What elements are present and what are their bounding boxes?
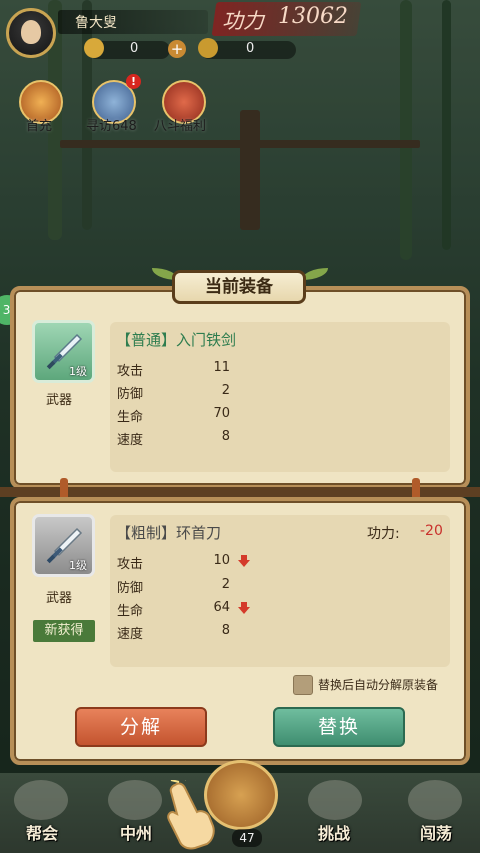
challenge-icon[interactable] [308,780,362,820]
power-label: 功力 [222,9,264,33]
nav-challenge[interactable]: 挑战 [318,820,350,844]
stat-name-defense: 防御 [117,581,144,596]
item-type-label: 武器 [46,591,73,606]
arrow-down-icon [238,602,250,614]
gold-icon [84,38,104,58]
event-label-first-charge: 首充 [26,119,53,134]
power-delta-label: 功力: [367,526,400,542]
panel-divider [0,487,480,497]
event-label-search: 寻访648 [86,119,137,134]
replace-button[interactable]: 替换 [273,707,405,747]
nav-adventure[interactable]: 闯荡 [420,820,452,844]
stat-name-attack: 攻击 [117,557,144,572]
nav-zhongzhou[interactable]: 中州 [120,820,152,844]
stat-value-speed: 8 [221,623,230,638]
new-item-slot[interactable]: 1级 [32,514,95,577]
stat-value-speed: 8 [221,429,230,444]
adventure-icon[interactable] [408,780,462,820]
power-delta-value: -20 [420,523,443,539]
mountain-icon[interactable] [108,780,162,820]
player-name: 鲁大叟 [75,15,117,31]
panel-title: 当前装备 [172,270,306,304]
center-count: 47 [232,829,262,847]
item-level: 1级 [69,559,87,572]
stat-value-defense: 2 [221,383,230,398]
item-level: 1级 [69,365,87,378]
nav-guild[interactable]: 帮会 [26,820,58,844]
stat-name-hp: 生命 [117,604,144,619]
item-type-label: 武器 [46,393,73,408]
stat-value-hp: 70 [213,406,230,421]
stat-name-attack: 攻击 [117,364,144,379]
stat-name-defense: 防御 [117,387,144,402]
new-tag: 新获得 [33,620,95,642]
stat-name-hp: 生命 [117,410,144,425]
decompose-button[interactable]: 分解 [75,707,207,747]
coin-value: 0 [246,41,255,56]
pointing-hand-icon [167,780,215,850]
stat-value-hp: 64 [213,600,230,615]
stat-value-attack: 10 [213,553,230,568]
notification-badge: ! [126,74,141,89]
arrow-down-icon [238,555,250,567]
current-equipment-panel [10,286,470,489]
new-item-name: 【粗制】环首刀 [116,524,222,542]
auto-decompose-label: 替换后自动分解原装备 [318,678,439,692]
current-item-slot[interactable]: 1级 [32,320,95,383]
power-value: 13062 [278,4,348,29]
stat-value-defense: 2 [221,577,230,592]
add-gold-button[interactable]: + [168,40,186,58]
current-item-name: 【普通】入门铁剑 [116,331,237,349]
gold-value: 0 [130,41,139,56]
event-label-welfare: 八斗福利 [154,119,207,134]
stat-value-attack: 11 [213,360,230,375]
coin-icon [198,38,218,58]
stat-name-speed: 速度 [117,433,144,448]
auto-decompose-checkbox[interactable] [293,675,313,695]
player-avatar[interactable] [6,8,56,58]
stat-name-speed: 速度 [117,627,144,642]
guild-icon[interactable] [14,780,68,820]
